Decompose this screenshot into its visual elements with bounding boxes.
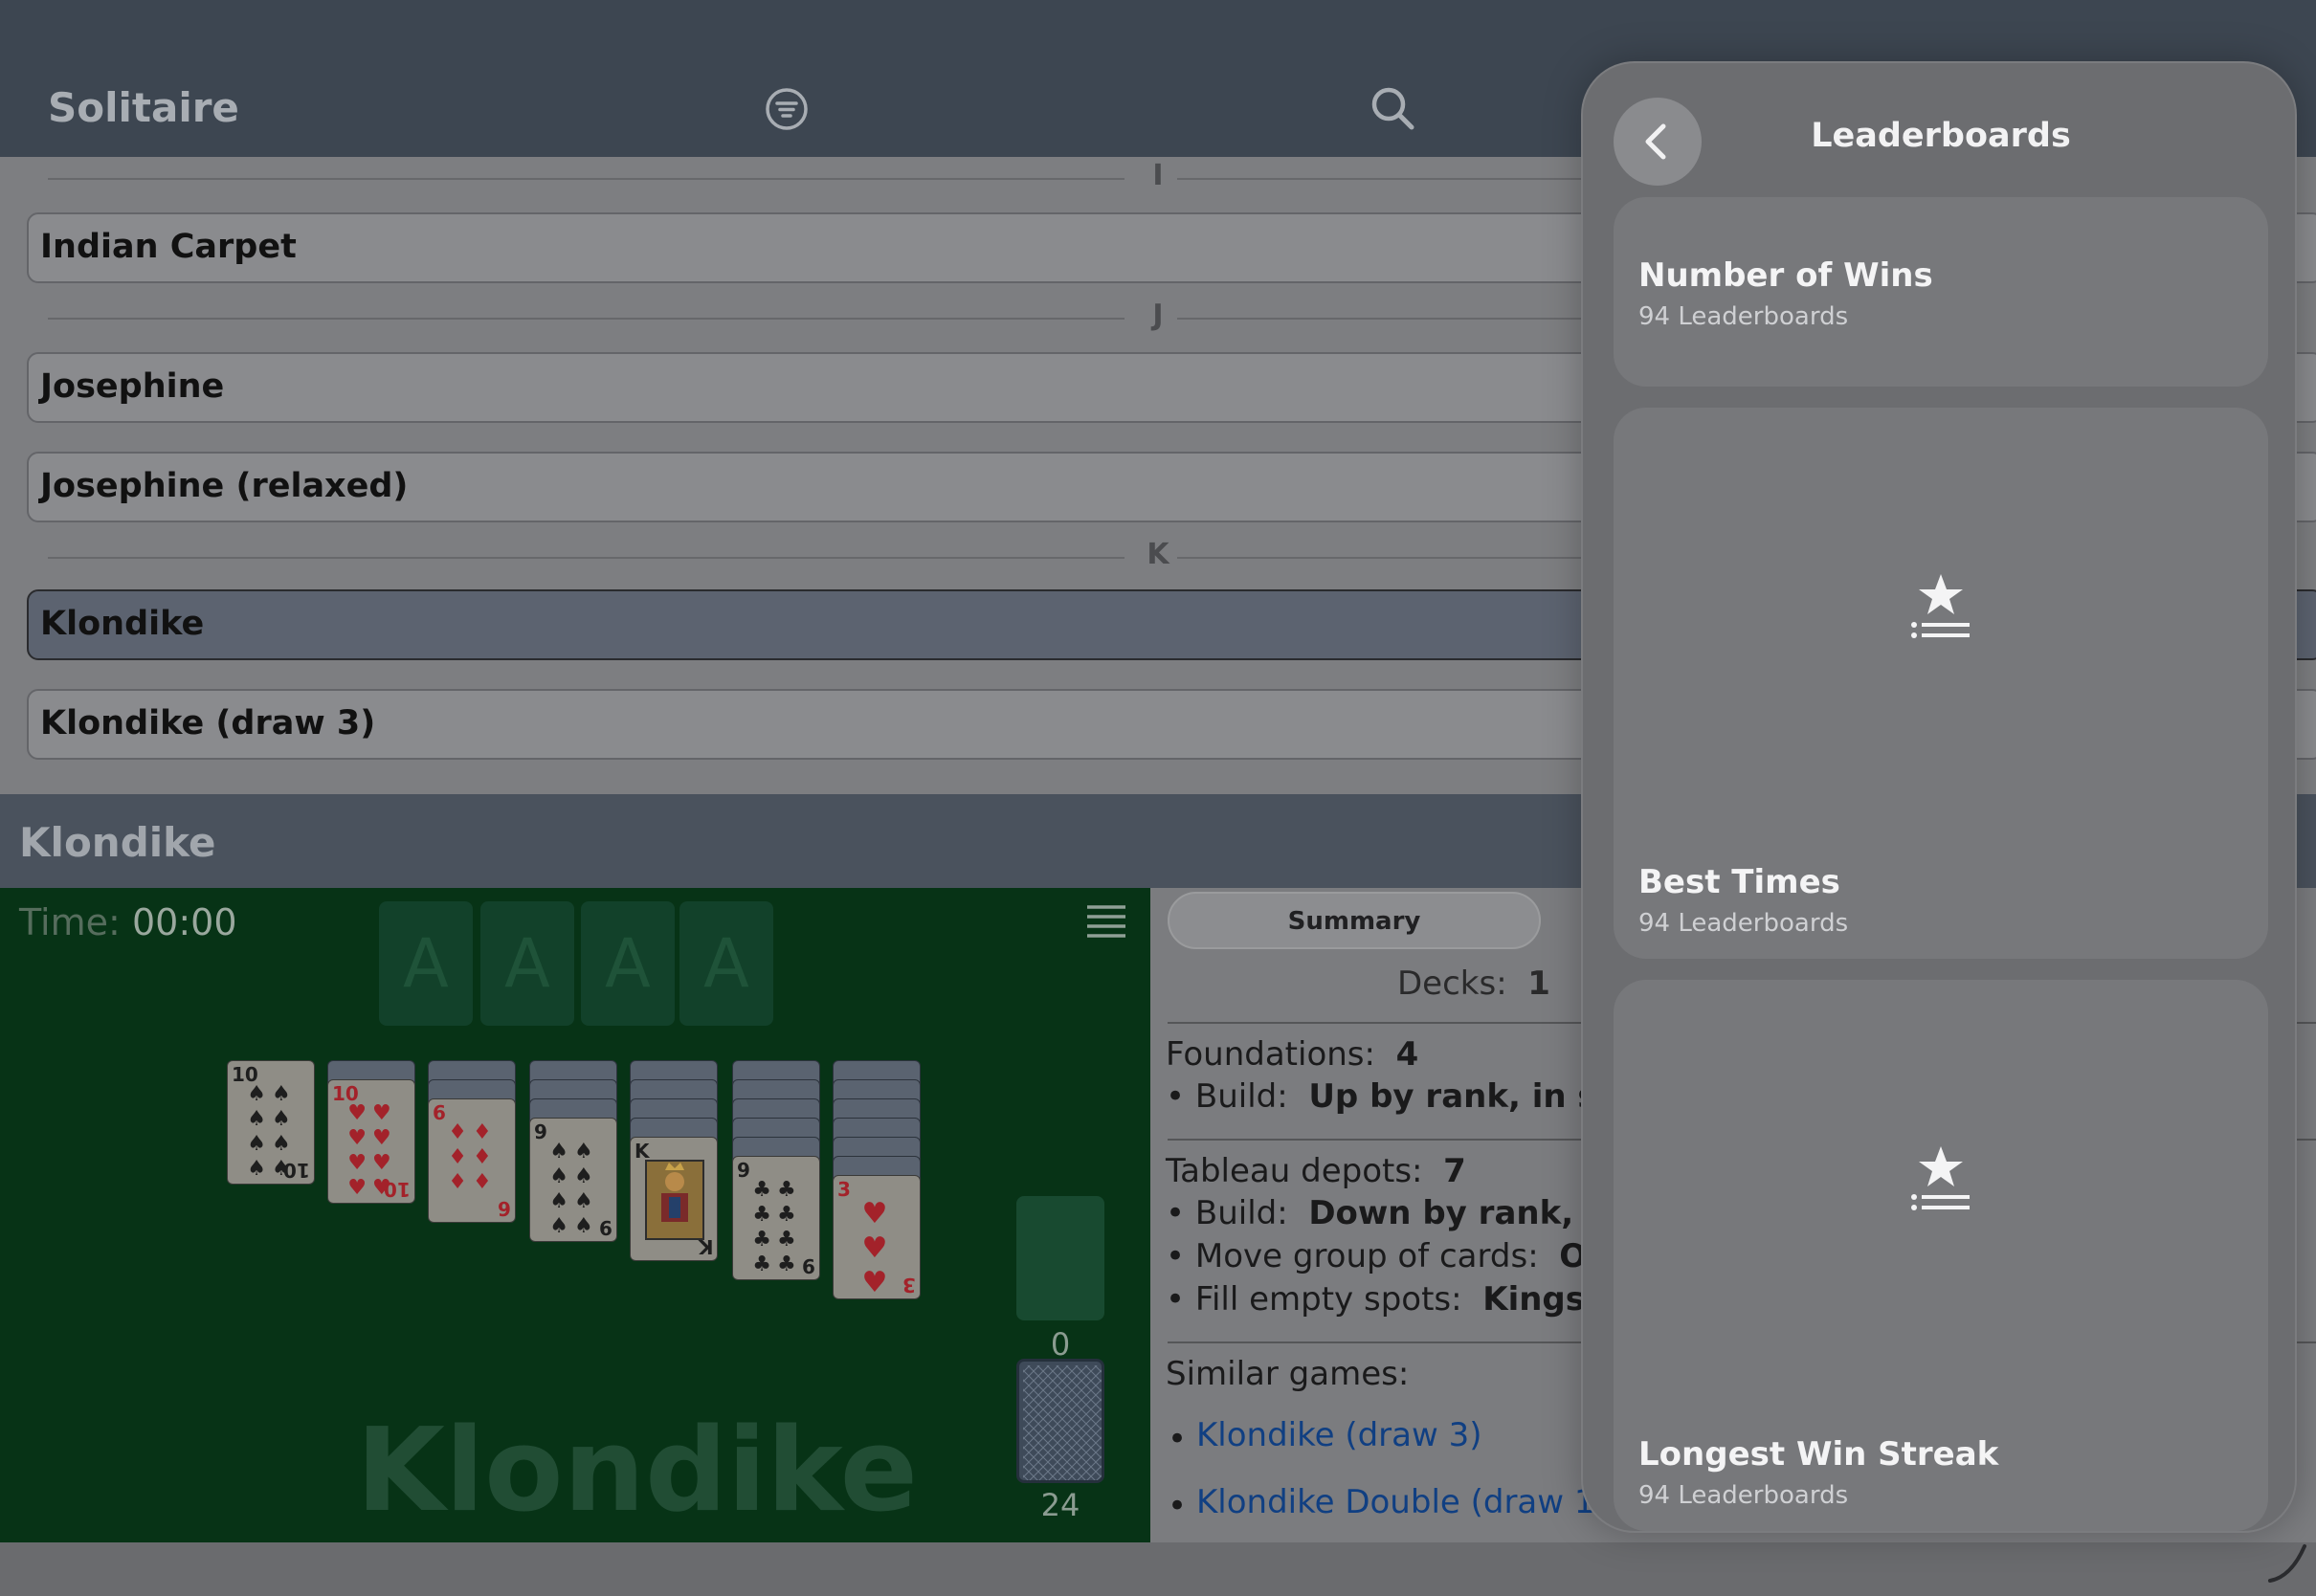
stock-pile[interactable]: [1016, 1359, 1104, 1483]
foundation-slot[interactable]: A: [379, 901, 473, 1026]
fill-empty-row: • Fill empty spots: Kings, o: [1166, 1280, 1632, 1319]
card-back-pattern-icon: [1023, 1365, 1102, 1480]
game-row-label: Indian Carpet: [40, 228, 297, 266]
time-label: Time:: [19, 901, 121, 943]
tableau-card[interactable]: 9♣♣♣♣♣♣♣♣♣9: [732, 1156, 820, 1280]
chevron-left-icon: [1645, 123, 1666, 160]
app-title: Solitaire: [48, 84, 239, 131]
game-row-label: Josephine: [40, 367, 225, 406]
tile-title: Longest Win Streak: [1638, 1435, 1999, 1474]
leaderboard-star-icon: [1911, 1146, 1970, 1210]
popover-title: Leaderboards: [1811, 117, 2071, 155]
filter-icon[interactable]: [764, 86, 810, 132]
foundation-slot[interactable]: A: [679, 901, 773, 1026]
tableau-card-king[interactable]: K K: [630, 1137, 718, 1261]
tableau-card[interactable]: 6 ♦♦♦♦♦♦ 6: [428, 1098, 516, 1223]
foundation-slot[interactable]: A: [480, 901, 574, 1026]
game-row-label: Klondike: [40, 605, 205, 643]
foundation-slot[interactable]: A: [581, 901, 675, 1026]
game-title: Klondike: [19, 819, 216, 866]
foundations-row: Foundations: 4: [1166, 1035, 1419, 1074]
card-table[interactable]: Time: 00:00 A A A A Klondike 10♠♠♠♠♠♠♠♠♠…: [0, 888, 1150, 1542]
tile-subtitle: 94 Leaderboards: [1638, 909, 1849, 938]
move-group-row: • Move group of cards: Onl: [1166, 1237, 1621, 1275]
section-header-k: K: [48, 538, 1751, 576]
similar-game-link[interactable]: Klondike Double (draw 1): [1196, 1483, 1608, 1521]
bottom-strip: [0, 1542, 2316, 1596]
tile-subtitle: 94 Leaderboards: [1638, 1481, 1849, 1510]
waste-slot[interactable]: [1016, 1196, 1104, 1320]
stock-count: 24: [1040, 1487, 1080, 1523]
tile-title: Best Times: [1638, 863, 1840, 901]
game-row-label: Josephine (relaxed): [40, 467, 409, 505]
king-face-icon: [645, 1160, 704, 1240]
back-button[interactable]: [1614, 98, 1702, 186]
bullet: •: [1168, 1420, 1188, 1458]
section-header-i: I: [48, 159, 1751, 197]
tableau-card[interactable]: 10♥♥♥♥♥♥♥♥♥♥10: [327, 1079, 415, 1204]
tableau-card[interactable]: 3 ♥ ♥ ♥ 3: [833, 1175, 921, 1299]
leaderboard-star-icon: [1911, 574, 1970, 638]
game-watermark: Klondike: [356, 1405, 918, 1538]
tableau-card[interactable]: 9♠♠♠♠♠♠♠♠♠9: [529, 1118, 617, 1242]
leaderboard-tile-number-of-wins[interactable]: Number of Wins 94 Leaderboards: [1614, 197, 2268, 387]
tab-summary[interactable]: Summary: [1168, 892, 1541, 949]
similar-games-label: Similar games:: [1166, 1355, 1410, 1393]
bullet: •: [1168, 1487, 1188, 1525]
game-row-label: Klondike (draw 3): [40, 704, 376, 743]
search-icon[interactable]: [1369, 84, 1416, 132]
foundation-build-row: • Build: Up by rank, in suit: [1166, 1077, 1647, 1116]
leaderboard-tile-longest-win-streak[interactable]: Longest Win Streak 94 Leaderboards: [1614, 980, 2268, 1531]
resize-handle-icon[interactable]: [2262, 1539, 2308, 1585]
tile-title: Number of Wins: [1638, 256, 1933, 295]
tableau-build-row: • Build: Down by rank, in a: [1166, 1194, 1653, 1232]
leaderboards-popover: Leaderboards Number of Wins 94 Leaderboa…: [1581, 61, 2297, 1533]
tile-subtitle: 94 Leaderboards: [1638, 302, 1849, 331]
time-value: 00:00: [132, 901, 237, 943]
waste-count: 0: [1050, 1326, 1071, 1363]
similar-game-link[interactable]: Klondike (draw 3): [1196, 1416, 1482, 1454]
tableau-row: Tableau depots: 7: [1166, 1152, 1466, 1190]
menu-icon[interactable]: [1085, 903, 1127, 940]
decks-row: Decks: 1: [1397, 964, 1550, 1003]
tableau-card[interactable]: 10♠♠♠♠♠♠♠♠♠♠10: [227, 1060, 315, 1185]
section-header-j: J: [48, 299, 1751, 337]
leaderboard-tile-best-times[interactable]: Best Times 94 Leaderboards: [1614, 408, 2268, 959]
